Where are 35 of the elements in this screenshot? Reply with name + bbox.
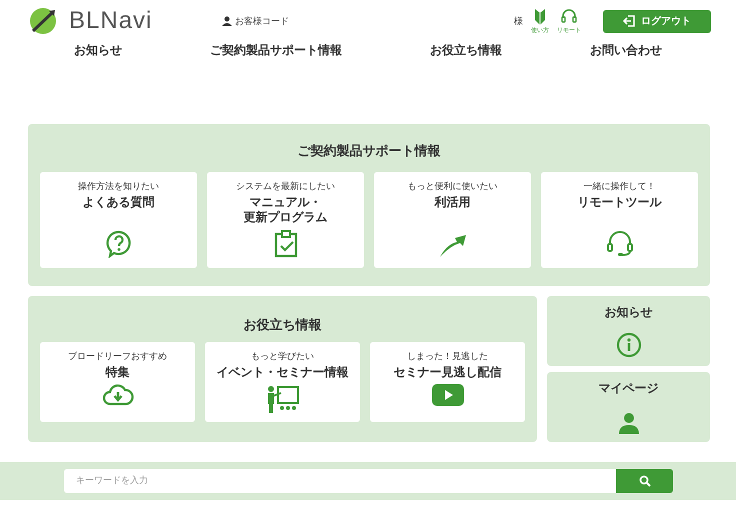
logo-text[interactable]: BLNavi <box>69 7 152 35</box>
side-card[interactable]: お知らせ <box>547 296 710 366</box>
headset-icon <box>606 230 634 258</box>
clipboard-check-icon <box>274 230 298 258</box>
nav-link[interactable]: お役立ち情報 <box>430 42 502 59</box>
logout-icon <box>623 15 635 27</box>
play-button-icon <box>432 384 464 406</box>
nav-link[interactable]: お知らせ <box>74 42 122 59</box>
section-heading: お役立ち情報 <box>242 316 322 334</box>
person-icon <box>618 412 640 434</box>
support-card[interactable]: 一緒に操作して！ リモートツール <box>541 172 698 268</box>
support-card[interactable]: システムを最新にしたい マニュアル・ 更新プログラム <box>207 172 364 268</box>
search-field[interactable]: キーワードを入力 <box>64 469 616 493</box>
support-card[interactable]: もっと便利に使いたい 利活用 <box>374 172 531 268</box>
logout-button[interactable]: ログアウト <box>603 10 711 32</box>
search-button[interactable] <box>616 469 673 493</box>
question-bubble-icon <box>106 230 132 258</box>
headset-icon <box>560 8 578 26</box>
nav-link[interactable]: ご契約製品サポート情報 <box>210 42 342 59</box>
info-icon <box>616 332 642 358</box>
search-icon <box>638 475 650 487</box>
honorific-text: 様 <box>514 16 523 28</box>
section-heading: ご契約製品サポート情報 <box>296 143 442 160</box>
nav-link[interactable]: お問い合わせ <box>590 42 662 59</box>
support-card[interactable]: 操作方法を知りたい よくある質問 <box>40 172 197 268</box>
person-icon <box>222 16 232 26</box>
presenter-icon <box>266 384 300 414</box>
info-card[interactable]: ブロードリーフおすすめ 特集 <box>40 342 195 422</box>
rising-arrow-icon <box>438 232 466 258</box>
leaf-icon <box>534 8 546 26</box>
info-card[interactable]: しまった！見逃した セミナー見逃し配信 <box>370 342 525 422</box>
info-card[interactable]: もっと学びたい イベント・セミナー情報 <box>205 342 360 422</box>
cloud-download-icon <box>102 384 134 406</box>
side-card[interactable]: マイページ <box>547 372 710 442</box>
customer-code-label: お客様コード <box>235 16 289 28</box>
